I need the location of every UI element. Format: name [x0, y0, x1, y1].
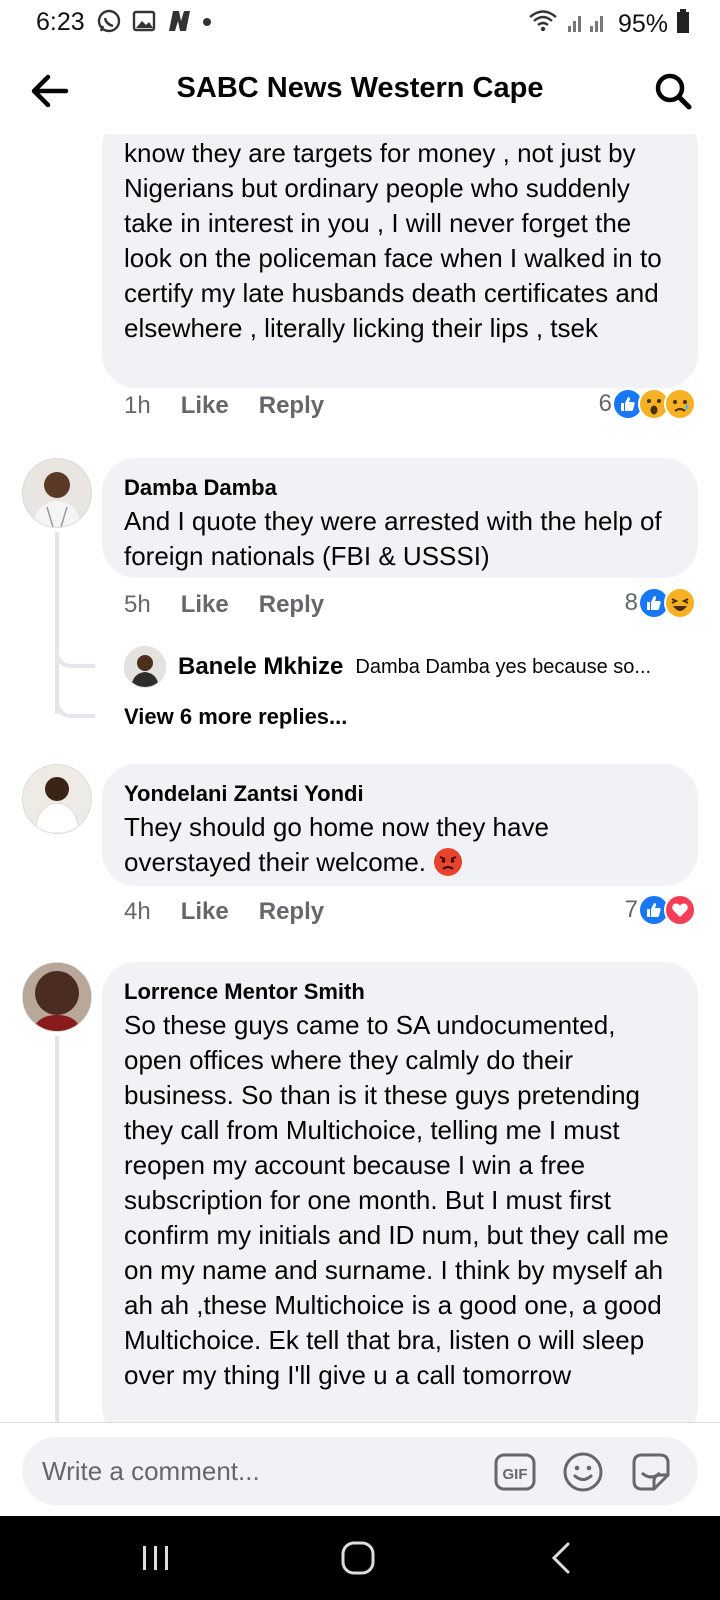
sad-reaction-icon — [664, 388, 696, 420]
like-button[interactable]: Like — [181, 591, 229, 619]
search-icon[interactable] — [650, 70, 696, 112]
comment-author[interactable]: Yondelani Zantsi Yondi — [124, 778, 678, 810]
comment-author[interactable]: Damba Damba — [124, 472, 678, 504]
home-icon[interactable] — [338, 1538, 378, 1578]
n-app-icon — [166, 9, 192, 38]
reactions-count: 6 — [598, 390, 612, 417]
haha-reaction-icon — [664, 587, 696, 619]
thread-branch — [55, 634, 95, 668]
comment-bubble: Lorrence Mentor Smith So these guys came… — [102, 962, 698, 1422]
comment-author[interactable]: Lorrence Mentor Smith — [124, 976, 678, 1008]
comment-placeholder: Write a comment... — [42, 1456, 260, 1486]
emoji-icon[interactable] — [560, 1449, 606, 1495]
reply-author: Banele Mkhize — [178, 653, 344, 680]
comment-actions: 1h Like Reply — [124, 392, 324, 420]
comments-feed[interactable]: know they are targets for money , not ju… — [0, 134, 720, 1422]
battery-icon — [676, 9, 690, 40]
signal-icon — [566, 8, 610, 41]
reply-button[interactable]: Reply — [259, 392, 324, 420]
angry-emoji-icon — [433, 847, 463, 886]
comment-input[interactable]: Write a comment... GIF — [22, 1437, 698, 1505]
avatar[interactable] — [124, 646, 166, 688]
whatsapp-icon — [96, 8, 122, 39]
page-title: SABC News Western Cape — [176, 72, 544, 104]
comment-bubble: Damba Damba And I quote they were arrest… — [102, 458, 698, 578]
back-icon[interactable] — [542, 1538, 582, 1578]
reply-button[interactable]: Reply — [259, 898, 324, 926]
comment-actions: 4h Like Reply — [124, 898, 324, 926]
status-notification-icons — [96, 8, 212, 38]
avatar[interactable] — [22, 764, 92, 834]
reactions-summary[interactable]: 7 — [625, 894, 696, 926]
reactions-count: 8 — [624, 589, 638, 616]
comment-text: know they are targets for money , not ju… — [124, 138, 662, 343]
comment-time: 1h — [124, 392, 151, 419]
reply-text: Damba Damba yes because so... — [355, 655, 652, 678]
comment-time: 4h — [124, 898, 151, 925]
thread-line — [55, 1036, 59, 1422]
gif-icon[interactable]: GIF — [492, 1449, 538, 1495]
comment-actions: 5h Like Reply — [124, 591, 324, 619]
reply-preview[interactable]: Banele Mkhize Damba Damba yes because so… — [124, 646, 651, 688]
gallery-icon — [132, 9, 156, 38]
reactions-count: 7 — [624, 896, 638, 923]
comment-bubble: know they are targets for money , not ju… — [102, 134, 698, 388]
status-time: 6:23 — [36, 8, 85, 36]
like-button[interactable]: Like — [181, 392, 229, 420]
comment-text-line: They should go home now they have overst… — [124, 810, 678, 886]
love-reaction-icon — [664, 894, 696, 926]
comment-time: 5h — [124, 591, 151, 618]
comment-bubble: Yondelani Zantsi Yondi They should go ho… — [102, 764, 698, 886]
thread-branch — [55, 684, 95, 718]
comment-text: They should go home now they have overst… — [124, 812, 549, 877]
comment-text: And I quote they were arrested with the … — [124, 506, 662, 571]
app-header: SABC News Western Cape — [0, 50, 720, 132]
sticker-icon[interactable] — [628, 1449, 674, 1495]
recents-icon[interactable] — [136, 1538, 176, 1578]
reactions-summary[interactable]: 8 — [625, 587, 696, 619]
view-more-replies-link[interactable]: View 6 more replies... — [124, 704, 347, 730]
avatar[interactable] — [22, 458, 92, 528]
battery-text: 95% — [617, 10, 668, 38]
reply-button[interactable]: Reply — [259, 591, 324, 619]
reactions-summary[interactable]: 6 — [599, 388, 696, 420]
status-bar: 6:23 95% — [0, 0, 720, 46]
wifi-icon — [528, 8, 558, 41]
svg-text:GIF: GIF — [503, 1466, 528, 1483]
comment-text: So these guys came to SA undocumented, o… — [124, 1010, 669, 1390]
avatar[interactable] — [22, 962, 92, 1032]
status-system-icons: 95% — [528, 8, 690, 41]
dot-icon — [202, 14, 212, 32]
system-nav-bar — [0, 1516, 720, 1600]
comment-composer-bar: Write a comment... GIF — [0, 1422, 720, 1517]
like-button[interactable]: Like — [181, 898, 229, 926]
